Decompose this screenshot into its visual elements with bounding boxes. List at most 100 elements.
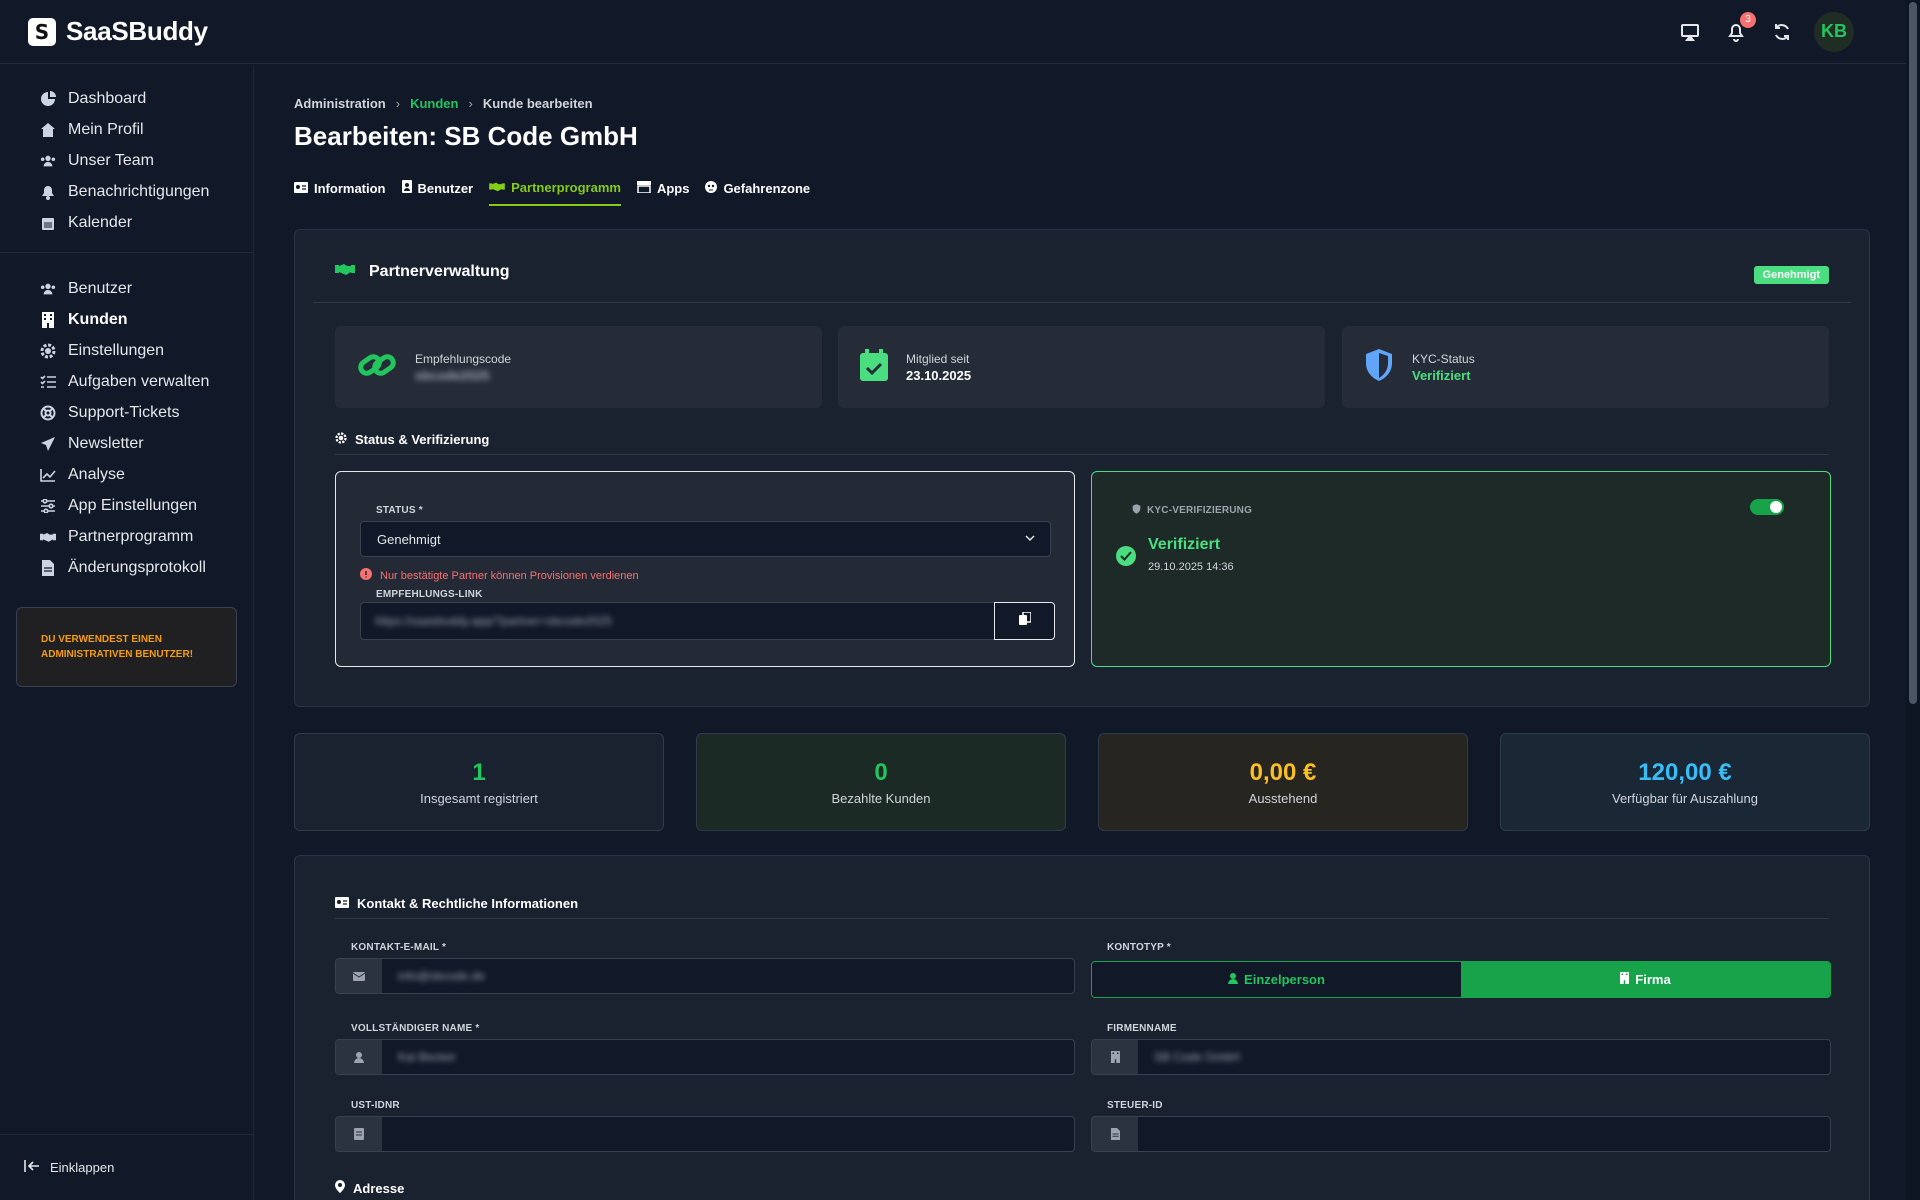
divider (313, 302, 1851, 303)
user-badge-icon (401, 180, 412, 196)
tab-users[interactable]: Benutzer (401, 170, 474, 206)
sidebar-item-newsletter[interactable]: Newsletter (40, 428, 253, 459)
full-name-field[interactable]: Kai Becker (335, 1039, 1075, 1075)
collapse-label: Einklappen (50, 1160, 115, 1175)
admin-notice-line: ADMINISTRATIVEN BENUTZER! (41, 649, 194, 660)
status-select[interactable]: Genehmigt (360, 521, 1051, 557)
main-nav: Dashboard Mein Profil Unser Team Benachr… (0, 65, 253, 252)
sidebar-item-label: Änderungsprotokoll (68, 558, 206, 576)
stat-label: Bezahlte Kunden (831, 790, 931, 806)
stat-label: Verfügbar für Auszahlung (1612, 790, 1758, 806)
email-field[interactable]: info@sbcode.de (335, 958, 1075, 994)
kyc-toggle[interactable] (1750, 499, 1784, 515)
sidebar-item-app-settings[interactable]: App Einstellungen (40, 490, 253, 521)
copy-icon (1018, 611, 1032, 630)
breadcrumb-item-current: Kunde bearbeiten (482, 96, 593, 111)
status-warning: Nur bestätigte Partner können Provisione… (360, 568, 639, 583)
admin-nav: Benutzer Kunden Einstellungen Aufgaben v… (0, 253, 253, 597)
gear-icon (335, 432, 347, 447)
sidebar-item-changelog[interactable]: Änderungsprotokoll (40, 552, 253, 583)
vat-id-field[interactable] (335, 1116, 1075, 1152)
tax-id-field[interactable] (1091, 1116, 1831, 1152)
envelope-icon (336, 959, 382, 993)
tab-apps[interactable]: Apps (636, 170, 689, 206)
sidebar-item-calendar[interactable]: Kalender (40, 207, 253, 238)
kyc-status-value: Verifiziert (1412, 367, 1471, 383)
sidebar-item-label: Benutzer (68, 279, 133, 297)
referral-link-input[interactable]: https://saasbuddy.app/?partner=sbcode202… (360, 602, 996, 640)
tab-label: Benutzer (417, 180, 474, 196)
breadcrumb-item[interactable]: Kunden (410, 96, 458, 111)
store-icon (636, 180, 651, 196)
sidebar-item-customers[interactable]: Kunden (40, 304, 253, 335)
sidebar-item-support[interactable]: Support-Tickets (40, 397, 253, 428)
id-card-icon (335, 896, 349, 911)
sidebar-item-analytics[interactable]: Analyse (40, 459, 253, 490)
document-icon (40, 559, 56, 576)
copy-link-button[interactable] (994, 602, 1055, 640)
stat-value: 120,00 € (1638, 758, 1732, 786)
tab-danger-zone[interactable]: Gefahrenzone (705, 170, 810, 206)
collapse-sidebar-button[interactable]: Einklappen (0, 1134, 253, 1200)
address-section-label: Adresse (353, 1180, 405, 1196)
stat-available-payout: 120,00 € Verfügbar für Auszahlung (1500, 733, 1870, 831)
stat-value: 0,00 € (1249, 758, 1317, 786)
divider (335, 918, 1829, 919)
full-name-value: Kai Becker (398, 1050, 457, 1064)
account-type-company-option[interactable]: Firma (1461, 962, 1830, 997)
member-since-tile: Mitglied seit 23.10.2025 (838, 326, 1325, 408)
sidebar-item-users[interactable]: Benutzer (40, 273, 253, 304)
admin-user-notice: DU VERWENDEST EINEN ADMINISTRATIVEN BENU… (16, 607, 237, 687)
contact-section-label: Kontakt & Rechtliche Informationen (357, 896, 579, 911)
tab-information[interactable]: Information (294, 170, 386, 206)
status-select-value: Genehmigt (377, 531, 441, 547)
shield-icon (1364, 348, 1394, 387)
referral-code-label: Empfehlungscode (415, 351, 512, 366)
sidebar-item-settings[interactable]: Einstellungen (40, 335, 253, 366)
refresh-icon[interactable] (1768, 18, 1796, 46)
sidebar-item-partner-program[interactable]: Partnerprogramm (40, 521, 253, 552)
home-icon (40, 122, 56, 138)
link-icon (357, 350, 397, 385)
partner-management-card: Partnerverwaltung Genehmigt Empfehlungsc… (294, 229, 1870, 707)
tab-label: Partnerprogramm (511, 179, 621, 195)
sidebar-item-notifications[interactable]: Benachrichtigungen (40, 176, 253, 207)
brand[interactable]: S SaaSBuddy (28, 16, 208, 47)
page-scrollbar[interactable] (1906, 0, 1920, 1200)
account-type-person-option[interactable]: Einzelperson (1092, 962, 1461, 997)
tab-partner-program[interactable]: Partnerprogramm (489, 170, 621, 206)
sidebar-item-team[interactable]: Unser Team (40, 145, 253, 176)
cast-icon[interactable] (1676, 18, 1704, 46)
status-field-label: STATUS * (376, 505, 423, 516)
company-name-value: SB Code GmbH (1154, 1050, 1241, 1064)
notification-bell-icon[interactable]: 3 (1722, 11, 1756, 46)
sidebar-item-tasks[interactable]: Aufgaben verwalten (40, 366, 253, 397)
company-name-field[interactable]: SB Code GmbH (1091, 1039, 1831, 1075)
sidebar-item-label: Newsletter (68, 434, 144, 452)
document-icon (1092, 1117, 1138, 1151)
stat-pending: 0,00 € Ausstehend (1098, 733, 1468, 831)
receipt-icon (336, 1117, 382, 1151)
member-since-label: Mitglied seit (906, 351, 970, 366)
admin-notice-line: DU VERWENDEST EINEN (41, 634, 162, 645)
user-avatar[interactable]: KB (1814, 11, 1854, 52)
referral-link-label: EMPFEHLUNGS-LINK (376, 589, 483, 600)
team-icon (40, 153, 56, 169)
breadcrumb-item[interactable]: Administration (294, 96, 386, 111)
scrollbar-thumb[interactable] (1909, 2, 1917, 704)
sidebar: Dashboard Mein Profil Unser Team Benachr… (0, 65, 254, 1200)
sidebar-item-profile[interactable]: Mein Profil (40, 114, 253, 145)
status-badge: Genehmigt (1753, 266, 1829, 284)
bell-icon (40, 184, 56, 200)
sidebar-item-label: Analyse (68, 465, 125, 483)
users-icon (40, 281, 56, 297)
toggle-knob (1770, 501, 1782, 513)
gear-icon (40, 343, 56, 359)
account-type-label: KONTOTYP * (1107, 942, 1171, 953)
sidebar-item-dashboard[interactable]: Dashboard (40, 83, 253, 114)
account-type-company-label: Firma (1635, 972, 1671, 987)
notification-badge: 3 (1740, 11, 1756, 28)
company-name-label: FIRMENNAME (1107, 1023, 1177, 1034)
handshake-icon (489, 180, 505, 195)
email-value: info@sbcode.de (398, 969, 485, 983)
